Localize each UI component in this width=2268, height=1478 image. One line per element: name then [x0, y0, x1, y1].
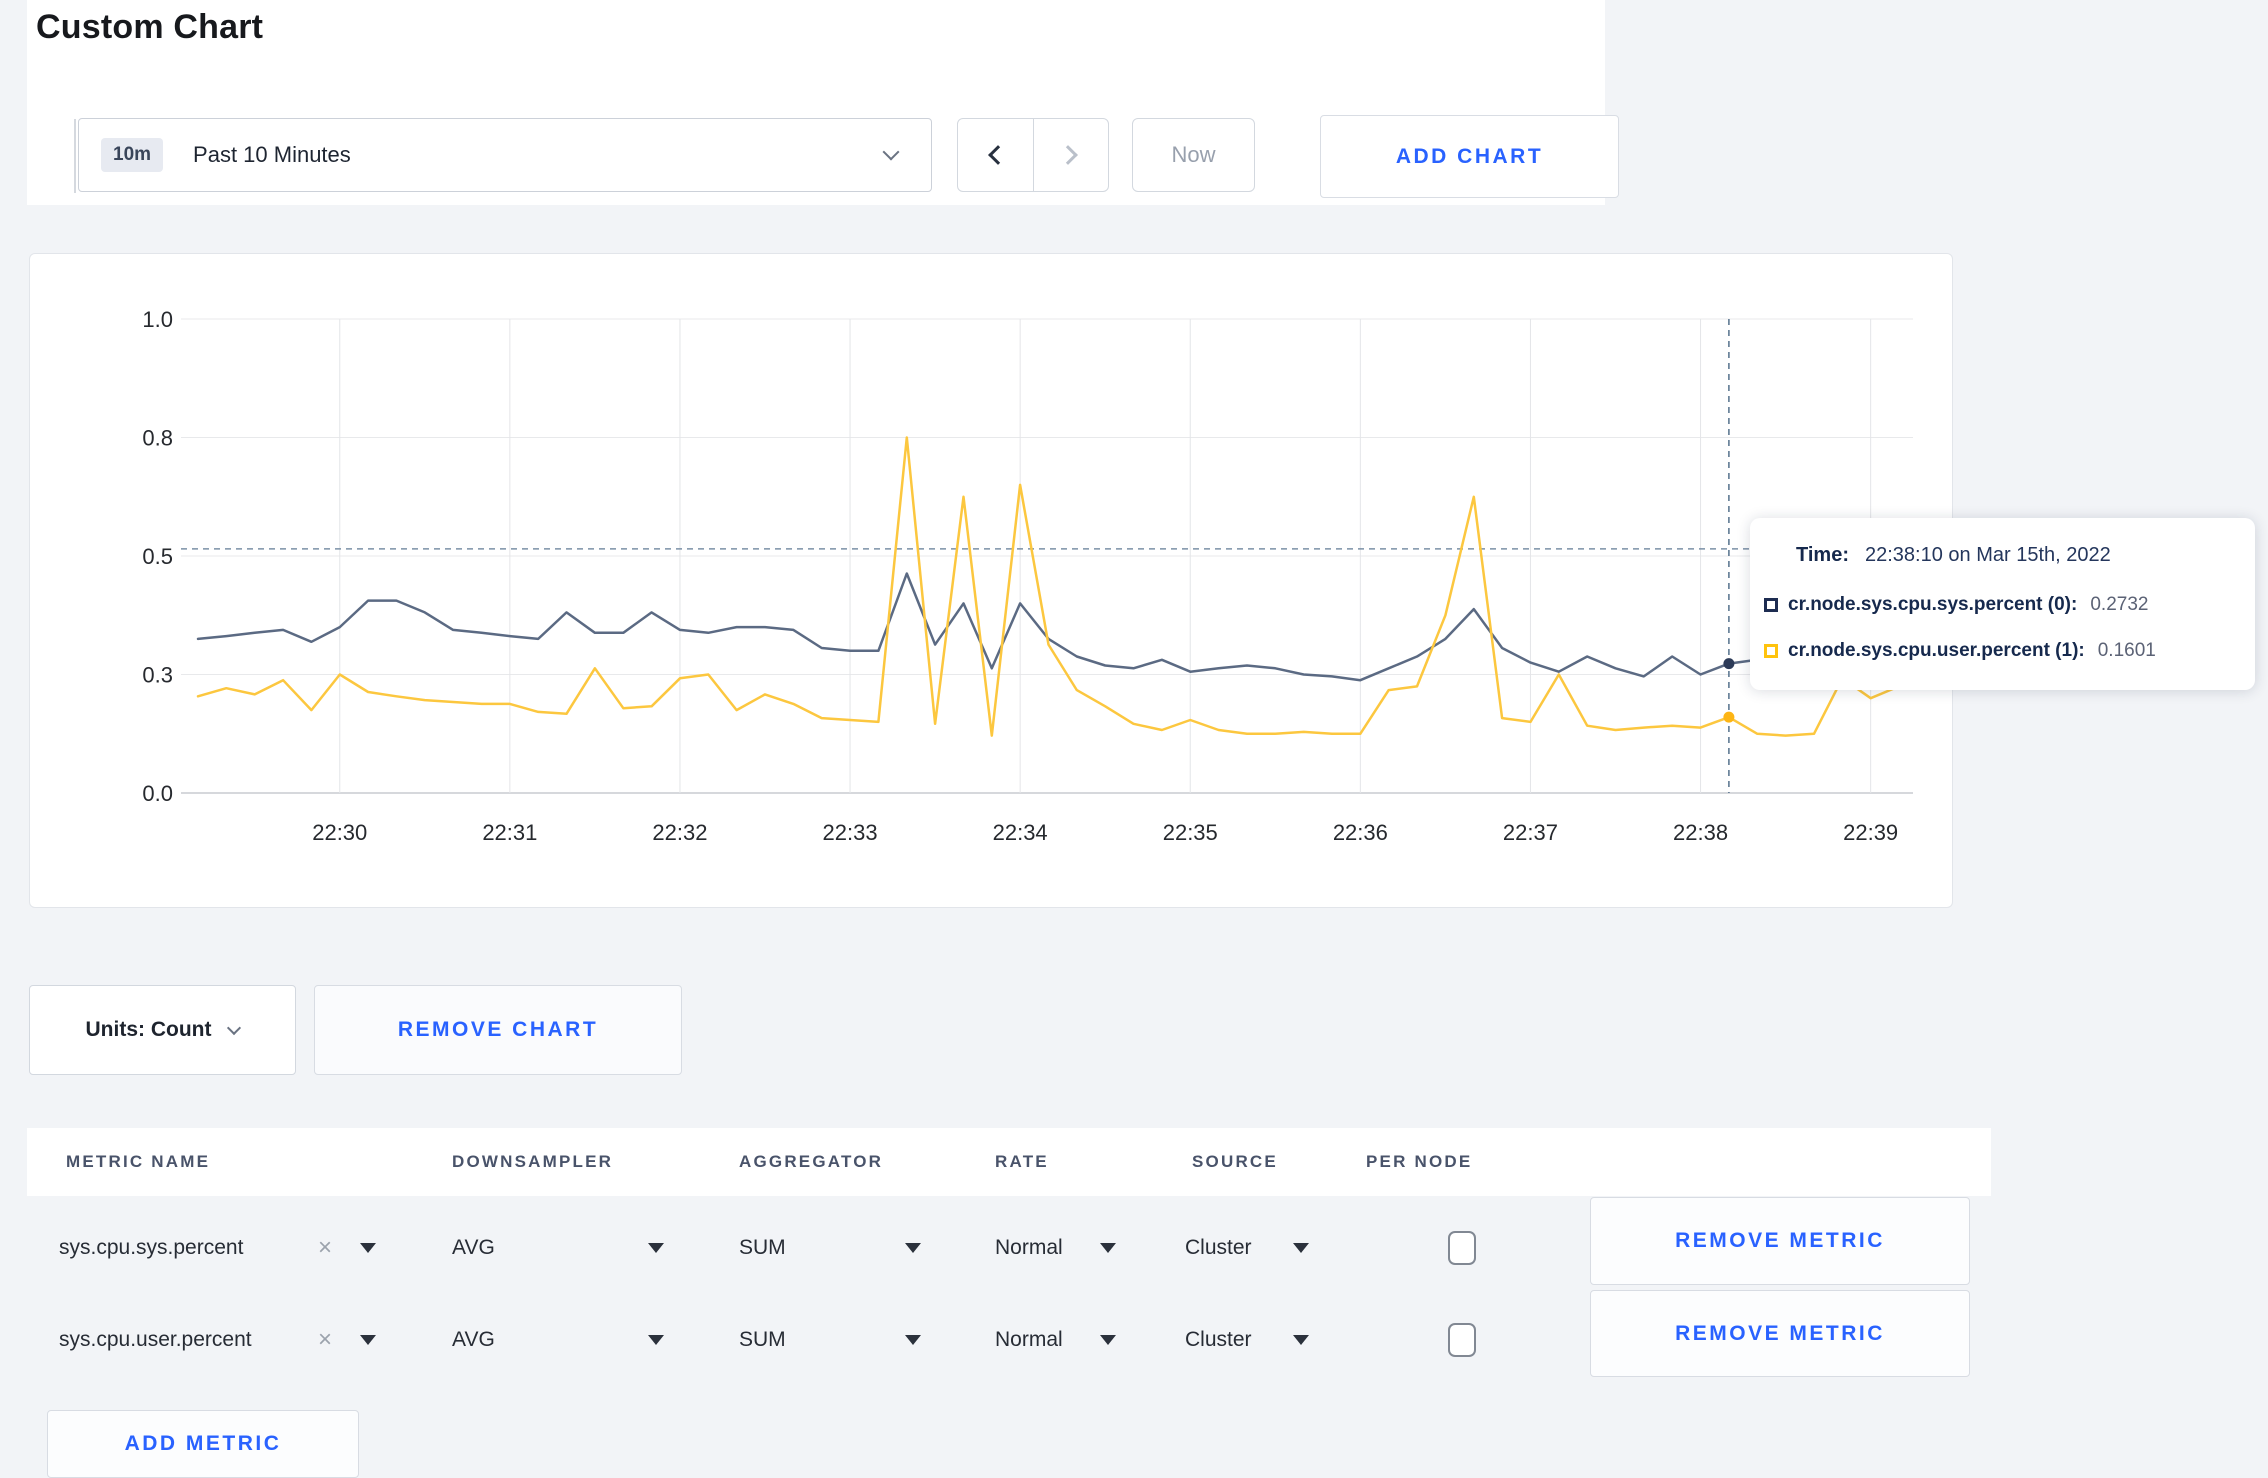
- metric-caret-icon[interactable]: [360, 1243, 376, 1253]
- svg-text:0.0: 0.0: [142, 781, 173, 806]
- svg-text:22:36: 22:36: [1333, 820, 1388, 845]
- tooltip-series-label: cr.node.sys.cpu.sys.percent (0):: [1788, 594, 2078, 615]
- col-header-rate: RATE: [995, 1152, 1049, 1171]
- toolbar-divider: [74, 119, 76, 193]
- svg-text:22:37: 22:37: [1503, 820, 1558, 845]
- remove-metric-button[interactable]: REMOVE METRIC: [1590, 1290, 1970, 1377]
- svg-text:22:38: 22:38: [1673, 820, 1728, 845]
- svg-text:22:32: 22:32: [652, 820, 707, 845]
- svg-text:22:33: 22:33: [823, 820, 878, 845]
- now-button[interactable]: Now: [1132, 118, 1255, 192]
- chart-card[interactable]: 1.0 0.8 0.5 0.3 0.0 22:30 22:31 22:32 22:33 22:34…: [29, 253, 1953, 908]
- svg-text:22:39: 22:39: [1843, 820, 1898, 845]
- remove-chart-button[interactable]: REMOVE CHART: [314, 985, 682, 1075]
- tooltip-series-row: cr.node.sys.cpu.user.percent (1): 0.1601: [1764, 640, 2156, 662]
- downsampler-select[interactable]: AVG: [452, 1328, 495, 1352]
- next-time-button[interactable]: [1034, 119, 1109, 191]
- chevron-left-icon: [988, 145, 1009, 165]
- chevron-down-icon: [227, 1020, 242, 1036]
- time-range-label: Past 10 Minutes: [193, 142, 351, 167]
- chart-tooltip: Time: 22:38:10 on Mar 15th, 2022 cr.node…: [1750, 518, 2255, 690]
- rate-caret-icon[interactable]: [1100, 1243, 1116, 1253]
- time-range-dropdown[interactable]: 10m Past 10 Minutes: [78, 118, 932, 192]
- downsampler-select[interactable]: AVG: [452, 1236, 495, 1260]
- page-title: Custom Chart: [36, 8, 264, 46]
- metric-name-select[interactable]: sys.cpu.user.percent: [59, 1328, 252, 1352]
- col-header-downsampler: DOWNSAMPLER: [452, 1152, 614, 1171]
- add-chart-button[interactable]: ADD CHART: [1320, 115, 1619, 198]
- units-dropdown[interactable]: Units: Count: [29, 985, 296, 1075]
- rate-select[interactable]: Normal: [995, 1236, 1063, 1260]
- cpu-percent-line-chart[interactable]: 1.0 0.8 0.5 0.3 0.0 22:30 22:31 22:32 22:33 22:34…: [30, 254, 1952, 907]
- series-sys-swatch-icon: [1764, 598, 1778, 612]
- svg-text:0.5: 0.5: [142, 544, 173, 569]
- rate-select[interactable]: Normal: [995, 1328, 1063, 1352]
- col-header-metric-name: METRIC NAME: [66, 1152, 211, 1171]
- tooltip-series-label: cr.node.sys.cpu.user.percent (1):: [1788, 640, 2085, 661]
- tooltip-series-value: 0.1601: [2097, 640, 2156, 661]
- svg-text:1.0: 1.0: [142, 307, 173, 332]
- svg-text:22:34: 22:34: [993, 820, 1048, 845]
- tooltip-time-label: Time:: [1796, 544, 1849, 566]
- aggregator-select[interactable]: SUM: [739, 1328, 786, 1352]
- svg-text:22:35: 22:35: [1163, 820, 1218, 845]
- tooltip-series-row: cr.node.sys.cpu.sys.percent (0): 0.2732: [1764, 594, 2148, 616]
- svg-text:22:30: 22:30: [312, 820, 367, 845]
- source-select[interactable]: Cluster: [1185, 1328, 1252, 1352]
- series-user-swatch-icon: [1764, 644, 1778, 658]
- clear-metric-icon[interactable]: ×: [318, 1234, 332, 1262]
- tooltip-series-value: 0.2732: [2090, 594, 2149, 615]
- metric-name-select[interactable]: sys.cpu.sys.percent: [59, 1236, 243, 1260]
- source-caret-icon[interactable]: [1293, 1243, 1309, 1253]
- units-label: Units: Count: [85, 1018, 212, 1041]
- clear-metric-icon[interactable]: ×: [318, 1326, 332, 1354]
- add-metric-button[interactable]: ADD METRIC: [47, 1410, 359, 1478]
- source-select[interactable]: Cluster: [1185, 1236, 1252, 1260]
- aggregator-caret-icon[interactable]: [905, 1243, 921, 1253]
- svg-text:0.8: 0.8: [142, 426, 173, 451]
- downsampler-caret-icon[interactable]: [648, 1335, 664, 1345]
- time-nav-group: [957, 118, 1109, 192]
- col-header-per-node: PER NODE: [1366, 1152, 1473, 1171]
- svg-text:22:31: 22:31: [482, 820, 537, 845]
- per-node-checkbox[interactable]: [1448, 1231, 1476, 1265]
- rate-caret-icon[interactable]: [1100, 1335, 1116, 1345]
- tooltip-time-value: 22:38:10 on Mar 15th, 2022: [1864, 544, 2111, 566]
- source-caret-icon[interactable]: [1293, 1335, 1309, 1345]
- time-range-badge: 10m: [101, 138, 164, 172]
- metric-caret-icon[interactable]: [360, 1335, 376, 1345]
- downsampler-caret-icon[interactable]: [648, 1243, 664, 1253]
- prev-time-button[interactable]: [958, 119, 1034, 191]
- svg-text:0.3: 0.3: [142, 663, 173, 688]
- aggregator-select[interactable]: SUM: [739, 1236, 786, 1260]
- chevron-right-icon: [1057, 145, 1078, 165]
- aggregator-caret-icon[interactable]: [905, 1335, 921, 1345]
- chevron-down-icon: [882, 143, 900, 161]
- col-header-source: SOURCE: [1192, 1152, 1278, 1171]
- col-header-aggregator: AGGREGATOR: [739, 1152, 884, 1171]
- per-node-checkbox[interactable]: [1448, 1323, 1476, 1357]
- custom-chart-page: Custom Chart 10m Past 10 Minutes Now ADD…: [0, 0, 2268, 1478]
- remove-metric-button[interactable]: REMOVE METRIC: [1590, 1197, 1970, 1285]
- tooltip-time-row: Time: 22:38:10 on Mar 15th, 2022: [1796, 544, 2111, 567]
